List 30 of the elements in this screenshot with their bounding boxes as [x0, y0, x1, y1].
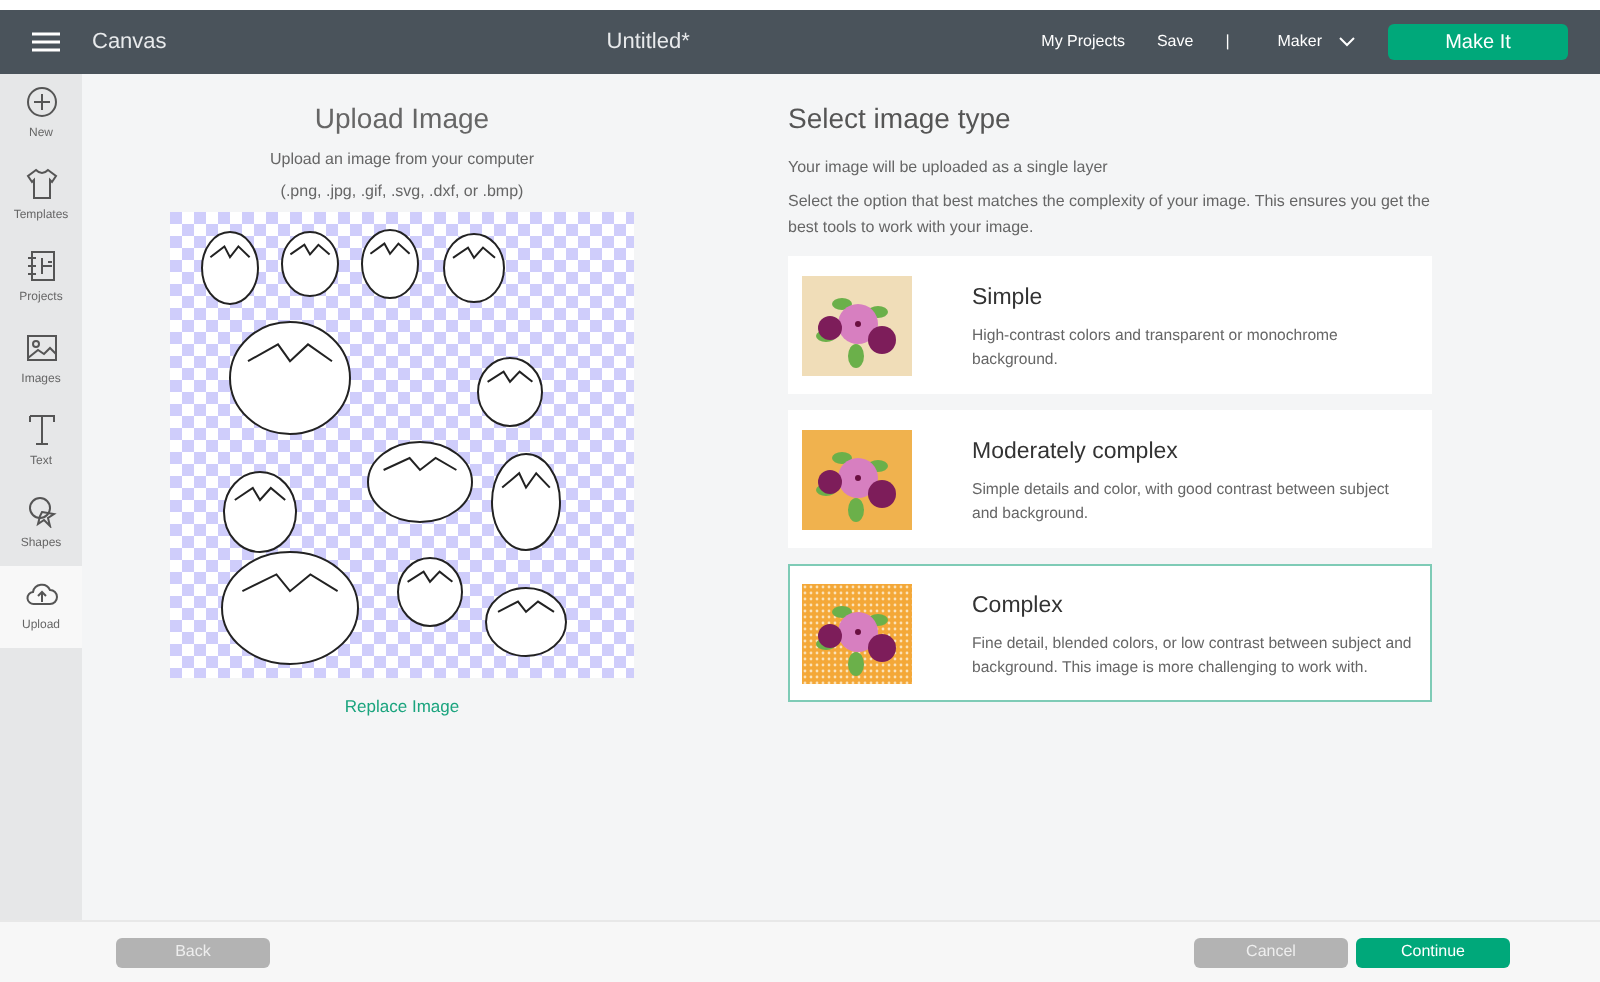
flower-thumbnail: [802, 275, 912, 376]
continue-button[interactable]: Continue: [1356, 937, 1510, 967]
upload-title: Upload Image: [314, 100, 490, 138]
letter-t-icon: [25, 414, 57, 446]
menu-icon: [32, 31, 60, 52]
notebook-icon: [25, 250, 57, 282]
flower-thumbnail: [802, 583, 912, 684]
header-link[interactable]: My Projects: [1041, 30, 1125, 54]
file-formats: (.png, .jpg, .gif, .svg, .dxf, or .bmp): [280, 180, 524, 204]
header-separator: |: [1225, 30, 1230, 54]
machine-dropdown[interactable]: Maker: [1277, 30, 1356, 54]
app-title: Canvas: [92, 27, 167, 58]
header-link[interactable]: Save: [1156, 30, 1194, 54]
make-it-button[interactable]: Make It: [1388, 24, 1568, 60]
cloud-upload-icon: [25, 578, 57, 610]
plus-circle-icon: [25, 86, 57, 118]
section-title: Select image type: [788, 100, 1013, 138]
shirt-icon: [25, 168, 57, 200]
replace-image-link[interactable]: Replace Image: [344, 694, 460, 720]
shapes-icon: [25, 496, 57, 528]
instructions-text: Select the option that best matches the complexity of your image. This ensures you get the best tools to work with your image.: [788, 189, 1432, 240]
picture-icon: [25, 332, 57, 364]
layer-note: Your image will be uploaded as a single layer: [788, 156, 1110, 180]
flower-thumbnail: [802, 429, 912, 530]
option-title: Simple: [972, 283, 1045, 314]
option-title: Moderately complex: [972, 437, 1180, 468]
chevron-down-icon: [1338, 36, 1356, 48]
document-title: Untitled*: [606, 27, 690, 58]
option-title: Complex: [972, 591, 1065, 622]
upload-subtitle: Upload an image from your computer: [269, 148, 535, 172]
